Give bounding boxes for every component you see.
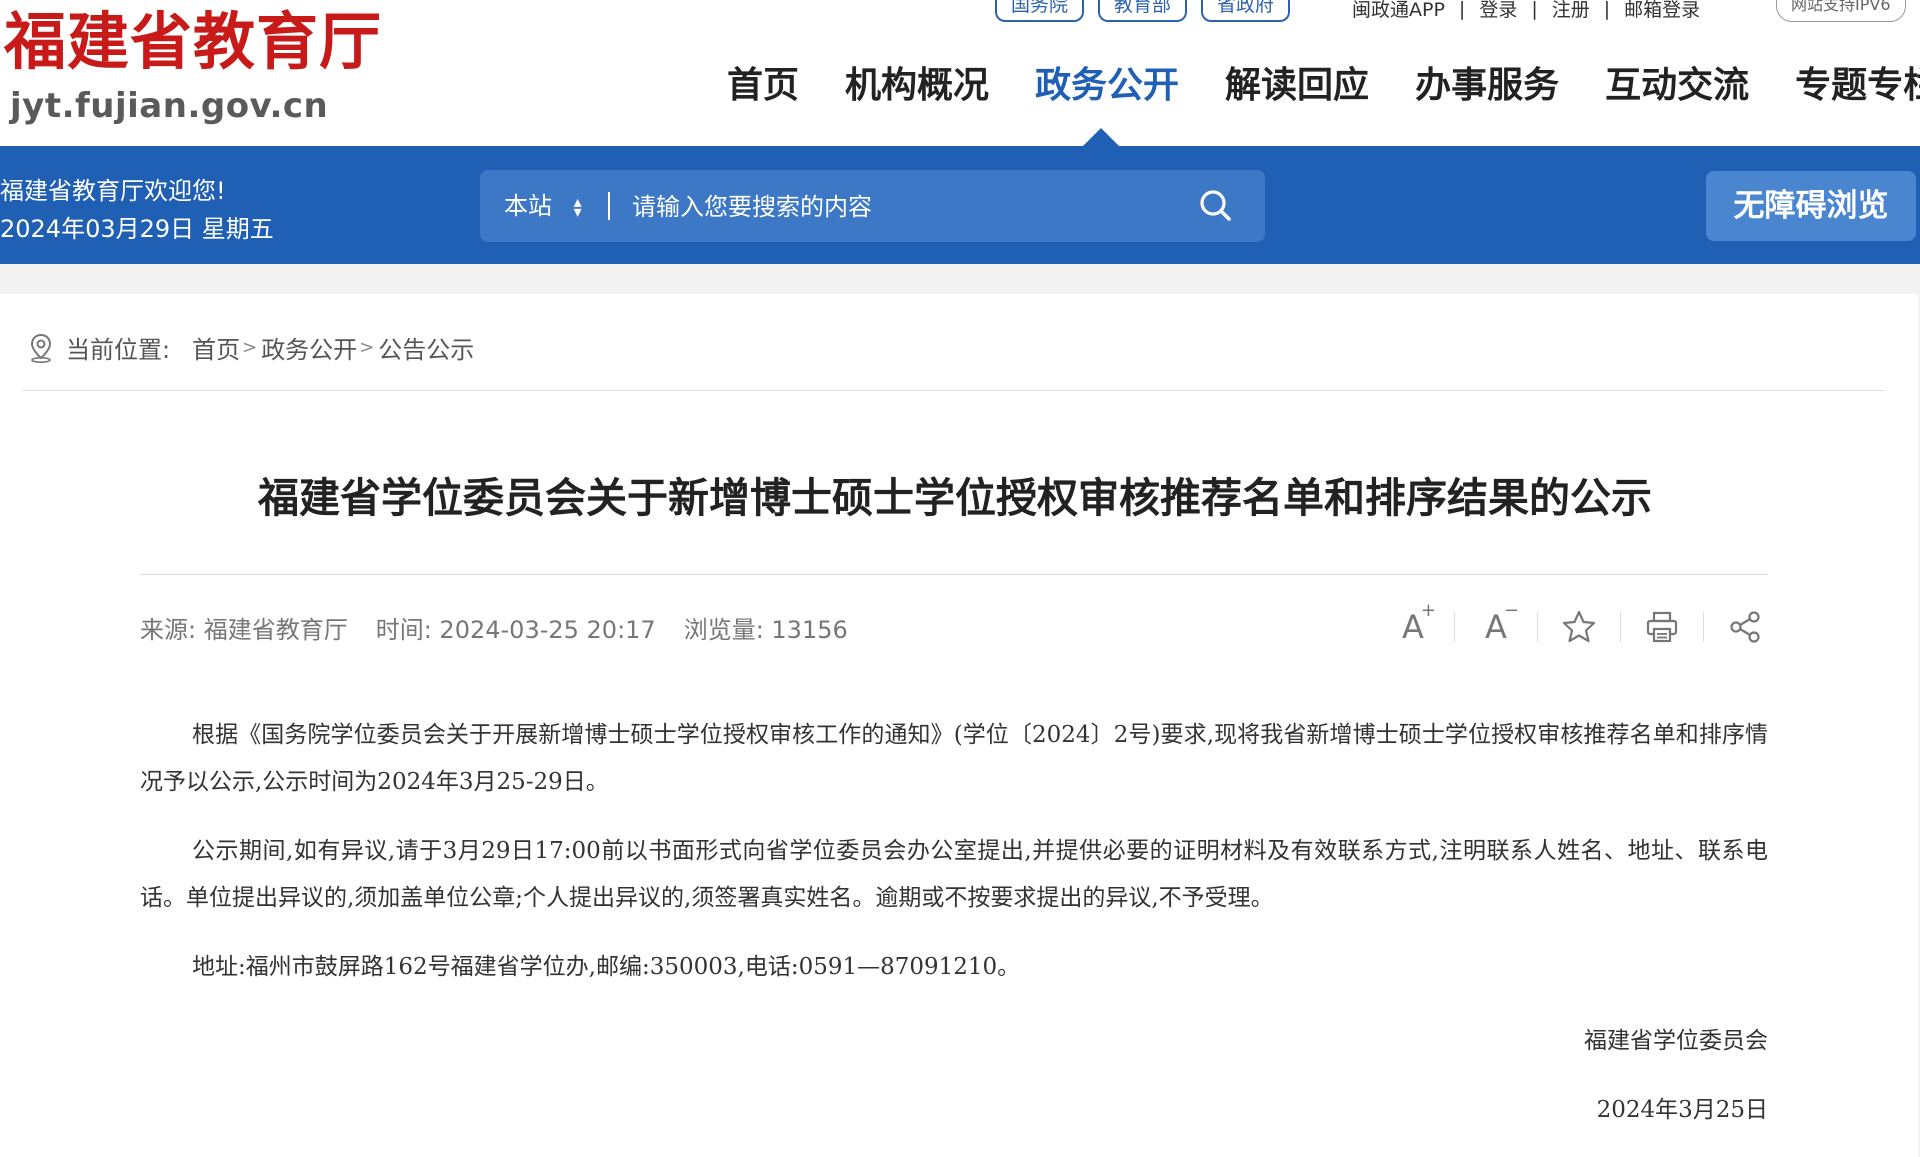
article-signature: 福建省学位委员会 [1584, 1028, 1768, 1054]
print-button[interactable] [1643, 608, 1681, 646]
search-scope-select[interactable]: 本站 ▴ ▾ [504, 170, 582, 242]
star-icon [1562, 610, 1596, 643]
top-link-mail-login[interactable]: 邮箱登录 [1624, 0, 1700, 22]
nav-item-interpretation[interactable]: 解读回应 [1225, 62, 1369, 110]
search-button[interactable] [1196, 186, 1236, 226]
article-paragraph: 根据《国务院学位委员会关于开展新增博士硕士学位授权审核工作的通知》(学位〔202… [140, 722, 1768, 795]
search-scope-value: 本站 [504, 192, 552, 220]
nav-item-special-topics[interactable]: 专题专栏 [1795, 62, 1920, 110]
article-panel: 当前位置: 首页 > 政务公开 > 公告公示 福建省学位委员会关于新增博士硕士学… [0, 294, 1918, 1157]
search-icon [1200, 190, 1231, 221]
top-links: 闽政通APP | 登录 | 注册 | 邮箱登录 [1352, 0, 1700, 22]
sort-arrows-icon: ▴ ▾ [573, 192, 582, 221]
article-title: 福建省学位委员会关于新增博士硕士学位授权审核推荐名单和排序结果的公示 [258, 474, 1652, 522]
current-date: 2024年03月29日 星期五 [0, 215, 274, 243]
location-pin-icon [30, 333, 52, 363]
gov-link-state-council[interactable]: 国务院 [995, 0, 1085, 22]
article-paragraph: 地址:福州市鼓屏路162号福建省学位办,邮编:350003,电话:0591—87… [192, 954, 1021, 980]
welcome-text: 福建省教育厅欢迎您! [0, 177, 226, 205]
divider: | [1603, 0, 1611, 20]
divider [1537, 612, 1538, 642]
nav-item-services[interactable]: 办事服务 [1415, 62, 1559, 110]
main-nav: 首页 机构概况 政务公开 解读回应 办事服务 互动交流 专题专栏 [727, 62, 1920, 110]
breadcrumb-home[interactable]: 首页 [192, 330, 240, 365]
gov-link-ministry-education[interactable]: 教育部 [1098, 0, 1188, 22]
article-source: 来源: 福建省教育厅 [140, 616, 348, 644]
search-bar-band: 福建省教育厅欢迎您! 2024年03月29日 星期五 本站 ▴▾ 无障碍浏览 [0, 146, 1920, 264]
article-meta: 来源: 福建省教育厅 时间: 2024-03-25 20:17 浏览量: 131… [140, 610, 876, 645]
share-icon [1730, 611, 1760, 643]
article-body: 根据《国务院学位委员会关于开展新增博士硕士学位授权审核工作的通知》(学位〔202… [140, 712, 1768, 1013]
font-decrease-button[interactable]: A − [1477, 600, 1519, 646]
nav-item-gov-affairs[interactable]: 政务公开 [1035, 62, 1179, 110]
article-paragraph: 公示期间,如有异议,请于3月29日17:00前以书面形式向省学位委员会办公室提出… [140, 838, 1768, 911]
active-nav-indicator [1083, 128, 1119, 146]
accessibility-button[interactable]: 无障碍浏览 [1706, 171, 1916, 241]
breadcrumb: 当前位置: 首页 > 政务公开 > 公告公示 [28, 330, 474, 365]
favorite-button[interactable] [1560, 608, 1598, 646]
site-header: 福建省教育厅 jyt.fujian.gov.cn 国务院 教育部 省政府 闽政通… [0, 0, 1920, 146]
print-icon [1646, 611, 1678, 643]
article-views: 浏览量: 13156 [683, 616, 848, 644]
font-increase-button[interactable]: A + [1394, 600, 1436, 646]
top-link-register[interactable]: 注册 [1552, 0, 1590, 22]
divider [1454, 612, 1455, 642]
divider: | [1531, 0, 1538, 20]
divider [608, 192, 610, 220]
ipv6-badge: 网站支持IPV6 [1776, 0, 1906, 22]
search-box: 本站 ▴ ▾ [480, 170, 1265, 242]
share-button[interactable] [1726, 608, 1764, 646]
breadcrumb-announcements[interactable]: 公告公示 [378, 330, 474, 365]
top-link-login[interactable]: 登录 [1479, 0, 1517, 22]
divider: | [1458, 0, 1466, 20]
font-increase-icon: A + [1402, 600, 1436, 646]
site-logo-domain[interactable]: jyt.fujian.gov.cn [10, 84, 328, 128]
nav-item-organization[interactable]: 机构概况 [845, 62, 989, 110]
nav-item-home[interactable]: 首页 [727, 62, 799, 110]
article-signature-date: 2024年3月25日 [1596, 1097, 1768, 1123]
divider [140, 574, 1768, 575]
breadcrumb-label: 当前位置: [66, 336, 171, 364]
gov-links: 国务院 教育部 省政府 [995, 0, 1291, 22]
divider [22, 390, 1886, 391]
divider [1703, 612, 1704, 642]
search-input[interactable] [630, 184, 1174, 230]
divider [1620, 612, 1621, 642]
welcome-block: 福建省教育厅欢迎您! 2024年03月29日 星期五 [0, 172, 274, 248]
article-tools: A + A − [1394, 600, 1764, 646]
breadcrumb-separator: > [359, 337, 375, 358]
top-link-app[interactable]: 闽政通APP [1352, 0, 1445, 22]
gov-link-provincial-gov[interactable]: 省政府 [1201, 0, 1291, 22]
nav-item-interaction[interactable]: 互动交流 [1605, 62, 1749, 110]
breadcrumb-separator: > [242, 337, 258, 358]
site-logo-title[interactable]: 福建省教育厅 [4, 2, 382, 82]
article-time: 时间: 2024-03-25 20:17 [375, 616, 656, 644]
breadcrumb-gov-affairs[interactable]: 政务公开 [261, 330, 357, 365]
font-decrease-icon: A − [1485, 600, 1519, 646]
